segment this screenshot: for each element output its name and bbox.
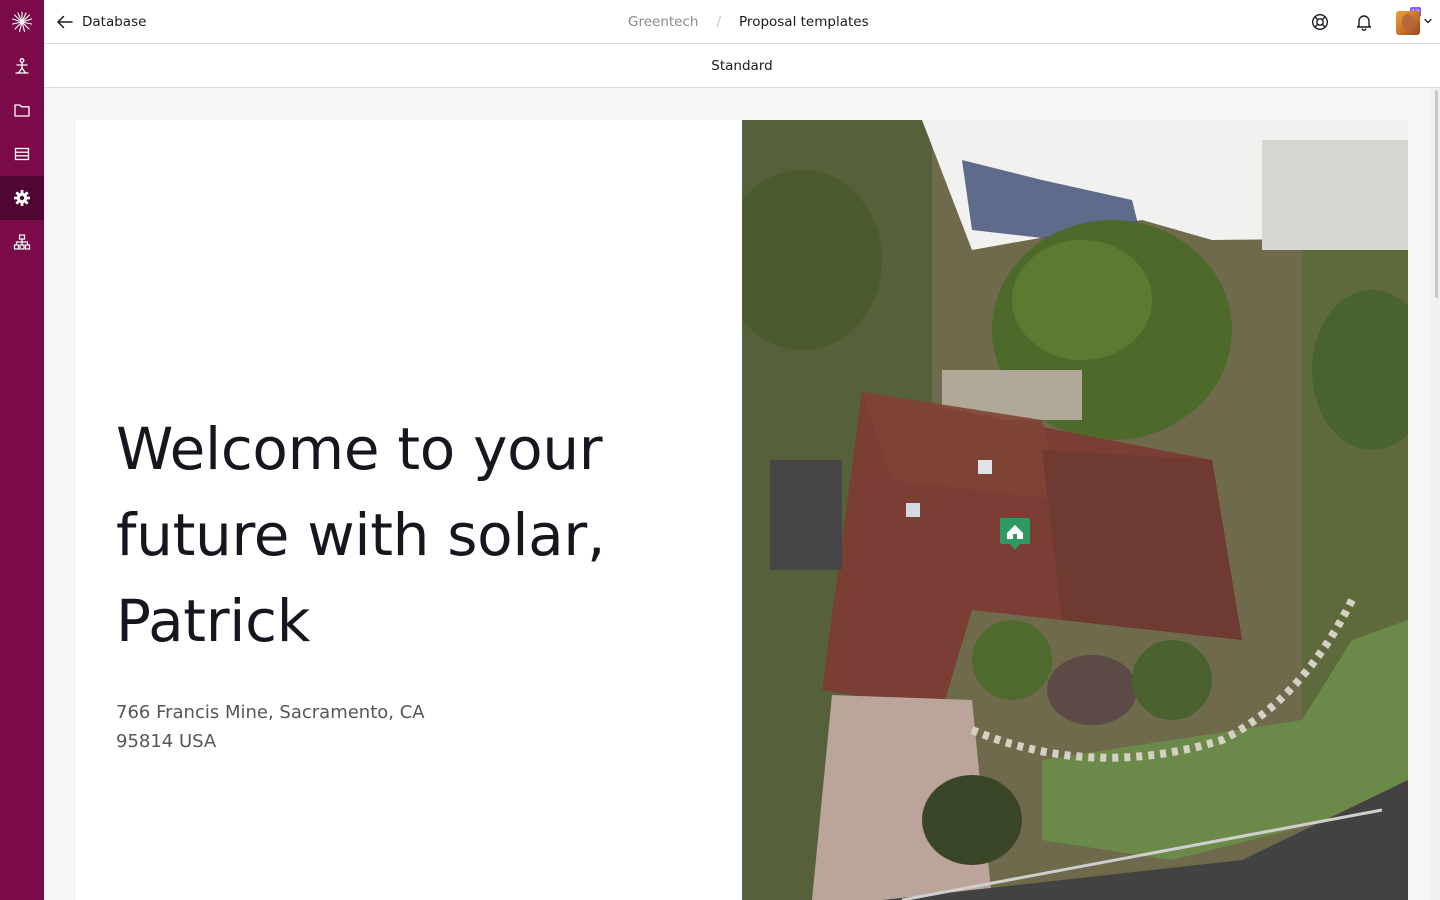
help-button[interactable] [1310, 12, 1330, 32]
sunburst-logo[interactable] [0, 0, 44, 44]
person-icon [15, 58, 29, 74]
lifebuoy-icon [1311, 13, 1329, 31]
sidebar-item-organization[interactable] [0, 220, 44, 264]
customer-address: 766 Francis Mine, Sacramento, CA 95814 U… [116, 698, 476, 756]
notifications-button[interactable] [1354, 12, 1374, 32]
breadcrumb: Greentech / Proposal templates [628, 0, 869, 44]
satellite-roof-image [742, 120, 1408, 900]
sunburst-logo-icon [11, 11, 33, 33]
breadcrumb-separator: / [716, 14, 722, 30]
arrow-left-icon [57, 15, 73, 29]
address-line-2: 95814 USA [116, 731, 217, 752]
aerial-view-illustration [742, 120, 1408, 900]
sidebar [0, 0, 44, 900]
gear-icon [14, 190, 30, 206]
folder-icon [14, 104, 30, 117]
headline-line-1: Welcome to your [116, 415, 603, 483]
sidebar-item-database[interactable] [0, 132, 44, 176]
address-line-1: 766 Francis Mine, Sacramento, CA [116, 702, 425, 723]
top-bar: Database Greentech / Proposal templates … [44, 0, 1440, 44]
back-button[interactable]: Database [56, 0, 146, 44]
bell-icon [1356, 15, 1372, 31]
scrollbar-thumb[interactable] [1435, 90, 1438, 298]
sidebar-item-people[interactable] [0, 44, 44, 88]
back-label: Database [82, 14, 147, 30]
proposal-cover: Welcome to your future with solar, Patri… [76, 120, 742, 900]
chevron-down-icon[interactable] [1423, 16, 1433, 26]
headline-line-2: future with solar, [116, 501, 606, 569]
table-icon [14, 147, 30, 161]
sidebar-item-files[interactable] [0, 88, 44, 132]
avatar[interactable] [1396, 11, 1420, 35]
avatar-face [1402, 14, 1414, 30]
breadcrumb-item-current: Proposal templates [739, 14, 869, 30]
breadcrumb-item-greentech[interactable]: Greentech [628, 14, 698, 30]
welcome-headline: Welcome to your future with solar, Patri… [116, 406, 716, 664]
org-chart-icon [13, 234, 31, 250]
headline-line-3: Patrick [116, 587, 310, 655]
template-title-bar: Standard [44, 44, 1440, 88]
template-title: Standard [711, 57, 773, 74]
sidebar-item-settings[interactable] [0, 176, 44, 220]
